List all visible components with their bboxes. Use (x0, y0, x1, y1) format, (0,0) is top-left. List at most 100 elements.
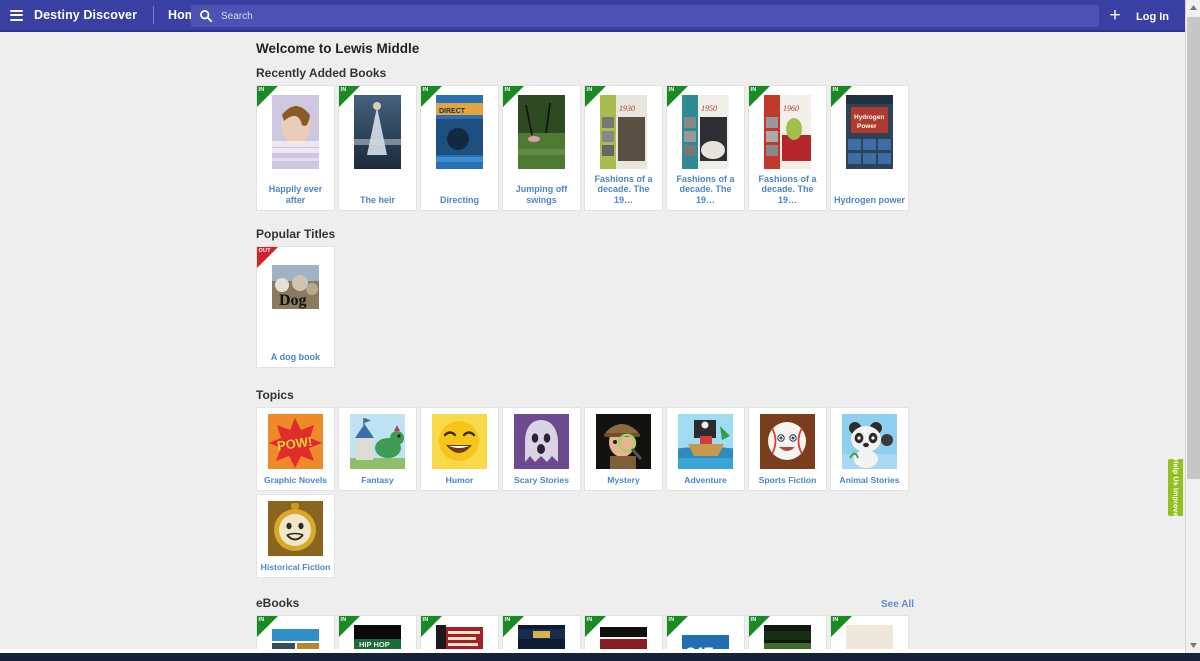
book-cover-image: 1950 (682, 95, 729, 169)
topic-label[interactable]: Animal Stories (832, 475, 907, 485)
pirate-ship-icon (678, 414, 733, 469)
recently-added-books-row: IN Happily ever after IN The heir IN DIRECT Di… (256, 85, 916, 211)
topic-card[interactable]: Animal Stories (830, 407, 909, 491)
book-title-link[interactable]: Directing (424, 195, 495, 206)
book-title-link[interactable]: Fashions of a decade. The 19… (752, 174, 823, 206)
popular-titles-row: OUT Dog A dog book (256, 246, 916, 368)
topic-label[interactable]: Historical Fiction (258, 562, 333, 572)
topic-label[interactable]: Humor (422, 475, 497, 485)
baseball-icon (760, 414, 815, 469)
help-us-improve-tab[interactable]: Help Us Improve (1168, 458, 1183, 517)
book-card[interactable]: IN The heir (338, 85, 417, 211)
book-card[interactable]: IN 1960 Fashions of a decade. The 19… (748, 85, 827, 211)
castle-dragon-icon (350, 414, 405, 469)
book-card[interactable]: IN 1930 Fashions of a decade. The 19… (584, 85, 663, 211)
topic-label[interactable]: Sports Fiction (750, 475, 825, 485)
topic-label[interactable]: Fantasy (340, 475, 415, 485)
topic-card[interactable]: Humor (420, 407, 499, 491)
topics-row-1: POW! Graphic Novels Fantasy Humor Scary Stor… (256, 407, 916, 491)
availability-status-label: IN (422, 87, 429, 93)
book-card[interactable]: IN HIP HOP (338, 615, 417, 653)
add-button[interactable]: + (1105, 6, 1125, 26)
book-card[interactable]: IN Hydrogen Power Hydrogen power (830, 85, 909, 211)
scroll-down-arrow-icon[interactable] (1186, 638, 1200, 653)
app-brand-title: Destiny Discover (34, 8, 138, 22)
book-card[interactable]: IN (420, 615, 499, 653)
topic-card[interactable]: Historical Fiction (256, 494, 335, 578)
svg-text:DIRECT: DIRECT (439, 108, 466, 115)
search-icon (200, 10, 213, 23)
availability-status-label: IN (750, 87, 757, 93)
svg-text:Power: Power (857, 123, 877, 130)
availability-status-label: IN (340, 87, 347, 93)
availability-status-label: IN (750, 617, 757, 623)
topic-card[interactable]: Adventure (666, 407, 745, 491)
section-title-ebooks: eBooks (256, 596, 300, 610)
topic-label[interactable]: Adventure (668, 475, 743, 485)
book-card[interactable]: IN (256, 615, 335, 653)
book-title-link[interactable]: Hydrogen power (834, 195, 905, 206)
availability-status-label: IN (832, 617, 839, 623)
topic-label[interactable]: Mystery (586, 475, 661, 485)
main-content: Welcome to Lewis Middle Recently Added B… (256, 34, 916, 653)
topic-card[interactable]: Sports Fiction (748, 407, 827, 491)
book-title-link[interactable]: Happily ever after (260, 184, 331, 205)
book-card[interactable]: IN (748, 615, 827, 653)
availability-status-label: IN (668, 87, 675, 93)
section-title-recently-added: Recently Added Books (256, 66, 387, 80)
topic-card[interactable]: Fantasy (338, 407, 417, 491)
header-divider (153, 6, 155, 24)
book-title-link[interactable]: Fashions of a decade. The 19… (588, 174, 659, 206)
book-card[interactable]: IN 1950 Fashions of a decade. The 19… (666, 85, 745, 211)
book-cover-image: Dog (272, 265, 319, 309)
svg-text:1930: 1930 (619, 104, 635, 113)
book-title-link[interactable]: Jumping off swings (506, 184, 577, 205)
browser-bottom-bar (0, 653, 1200, 661)
book-card[interactable]: IN Jumping off swings (502, 85, 581, 211)
book-title-link[interactable]: A dog book (260, 352, 331, 363)
availability-status-label: IN (504, 617, 511, 623)
hamburger-menu-icon[interactable] (3, 0, 29, 31)
section-title-topics: Topics (256, 388, 294, 402)
book-title-link[interactable]: Fashions of a decade. The 19… (670, 174, 741, 206)
book-card[interactable]: IN (830, 615, 909, 653)
book-card[interactable]: INBMX (584, 615, 663, 653)
top-navigation-bar: Destiny Discover Home Search + Log In (0, 0, 1185, 32)
topic-card[interactable]: Mystery (584, 407, 663, 491)
book-cover-image: DIRECT (436, 95, 483, 169)
topic-card[interactable]: Scary Stories (502, 407, 581, 491)
search-box[interactable]: Search (191, 5, 1099, 27)
help-tab-label: Help Us Improve (1172, 458, 1179, 517)
book-card[interactable]: IN Happily ever after (256, 85, 335, 211)
topic-label[interactable]: Graphic Novels (258, 475, 333, 485)
topic-card[interactable]: POW! Graphic Novels (256, 407, 335, 491)
panda-icon (842, 414, 897, 469)
availability-status-label: IN (832, 87, 839, 93)
availability-status-label: IN (340, 617, 347, 623)
login-button[interactable]: Log In (1136, 11, 1169, 23)
book-cover-image: 1930 (600, 95, 647, 169)
page-scrollbar[interactable] (1185, 0, 1200, 653)
book-cover-image (354, 95, 401, 169)
scroll-up-arrow-icon[interactable] (1186, 0, 1200, 15)
availability-status-label: IN (586, 617, 593, 623)
availability-status-label: OUT (258, 248, 271, 254)
ghost-icon (514, 414, 569, 469)
svg-text:1950: 1950 (701, 104, 717, 113)
availability-status-label: IN (422, 617, 429, 623)
topic-label[interactable]: Scary Stories (504, 475, 579, 485)
book-title-link[interactable]: The heir (342, 195, 413, 206)
availability-status-label: IN (258, 87, 265, 93)
availability-status-label: IN (668, 617, 675, 623)
search-input[interactable]: Search (221, 11, 253, 22)
book-card[interactable]: INSATPSAT (666, 615, 745, 653)
book-card[interactable]: OUT Dog A dog book (256, 246, 335, 368)
book-cover-image: Hydrogen Power (846, 95, 893, 169)
availability-status-label: IN (586, 87, 593, 93)
book-card[interactable]: IN DIRECT Directing (420, 85, 499, 211)
laughing-face-icon (432, 414, 487, 469)
section-title-popular: Popular Titles (256, 227, 336, 241)
ebooks-see-all-link[interactable]: See All (881, 599, 916, 610)
book-card[interactable]: INCRUSADE (502, 615, 581, 653)
scrollbar-thumb[interactable] (1187, 17, 1200, 479)
